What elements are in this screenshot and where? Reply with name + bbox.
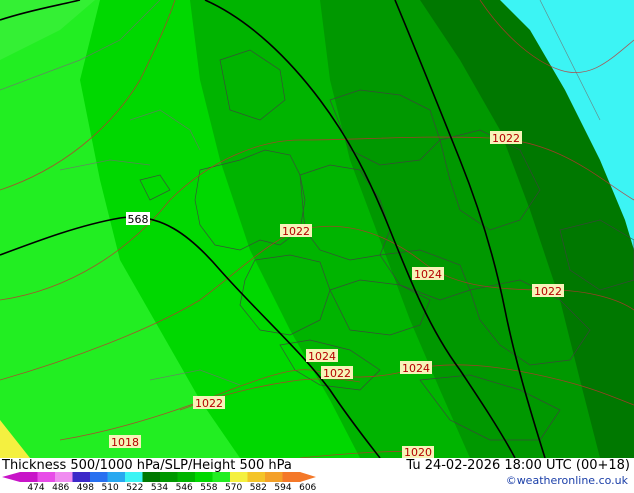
scale-swatch	[177, 472, 196, 482]
pressure-label-8: 1022	[193, 396, 225, 410]
scale-swatch	[37, 472, 56, 482]
scale-tick-label: 498	[76, 483, 94, 493]
color-scale-bar	[2, 472, 316, 482]
scale-tick-label: 546	[175, 483, 193, 493]
svg-text:1022: 1022	[534, 285, 562, 298]
pressure-label-6: 1024	[400, 361, 432, 375]
scale-swatch	[265, 472, 283, 482]
pressure-label-4: 1022	[532, 284, 564, 298]
scale-tick-label: 606	[299, 483, 317, 493]
valid-time: Tu 24-02-2026 18:00 UTC (00+18)	[406, 458, 630, 473]
svg-text:1022: 1022	[195, 397, 223, 410]
scale-swatch	[72, 472, 91, 482]
footer: Thickness 500/1000 hPa/SLP/Height 500 hP…	[0, 458, 634, 493]
scale-swatch	[20, 472, 38, 482]
scale-swatch	[125, 472, 143, 482]
scale-arrow-left	[2, 472, 20, 482]
pressure-label-1: 1022	[490, 131, 522, 145]
scale-swatch	[90, 472, 108, 482]
color-scale: 474 486 498 510 522 534 546 558 570 582 594 606	[0, 472, 330, 493]
scale-tick-label: 486	[52, 483, 70, 493]
scale-tick-label: 474	[27, 483, 45, 493]
svg-text:1022: 1022	[323, 367, 351, 380]
svg-text:568: 568	[128, 213, 149, 226]
svg-text:1018: 1018	[111, 436, 139, 449]
scale-swatch	[230, 472, 248, 482]
scale-swatch	[142, 472, 161, 482]
scale-swatch	[247, 472, 266, 482]
svg-text:1022: 1022	[282, 225, 310, 238]
pressure-label-9: 1018	[109, 435, 141, 449]
pressure-label-7: 1022	[321, 366, 353, 380]
height-label: 568	[126, 212, 150, 226]
scale-swatch	[195, 472, 213, 482]
scale-swatch	[160, 472, 178, 482]
credit-link[interactable]: ©weatheronline.co.uk	[506, 474, 628, 487]
scale-tick-label: 534	[150, 483, 169, 493]
svg-text:1024: 1024	[414, 268, 442, 281]
scale-swatch	[282, 472, 301, 482]
pressure-label-5: 1024	[306, 349, 338, 363]
map-title: Thickness 500/1000 hPa/SLP/Height 500 hP…	[2, 458, 292, 473]
scale-tick-label: 570	[225, 483, 243, 493]
scale-tick-label: 558	[200, 483, 218, 493]
pressure-label-10: 1020	[402, 446, 434, 458]
scale-swatch	[55, 472, 73, 482]
svg-text:1024: 1024	[308, 350, 336, 363]
scale-swatch	[107, 472, 126, 482]
scale-tick-label: 522	[126, 483, 144, 493]
weather-map: 1022 1022 1024 1022 1024 1024 1022 1022 …	[0, 0, 634, 458]
scale-swatch	[212, 472, 231, 482]
pressure-label-3: 1024	[412, 267, 444, 281]
scale-tick-label: 582	[249, 483, 267, 493]
svg-text:1022: 1022	[492, 132, 520, 145]
svg-text:1024: 1024	[402, 362, 430, 375]
scale-arrow-right	[300, 472, 316, 482]
scale-tick-label: 594	[274, 483, 292, 493]
scale-tick-label: 510	[101, 483, 119, 493]
pressure-label-2: 1022	[280, 224, 312, 238]
svg-text:1020: 1020	[404, 446, 432, 458]
